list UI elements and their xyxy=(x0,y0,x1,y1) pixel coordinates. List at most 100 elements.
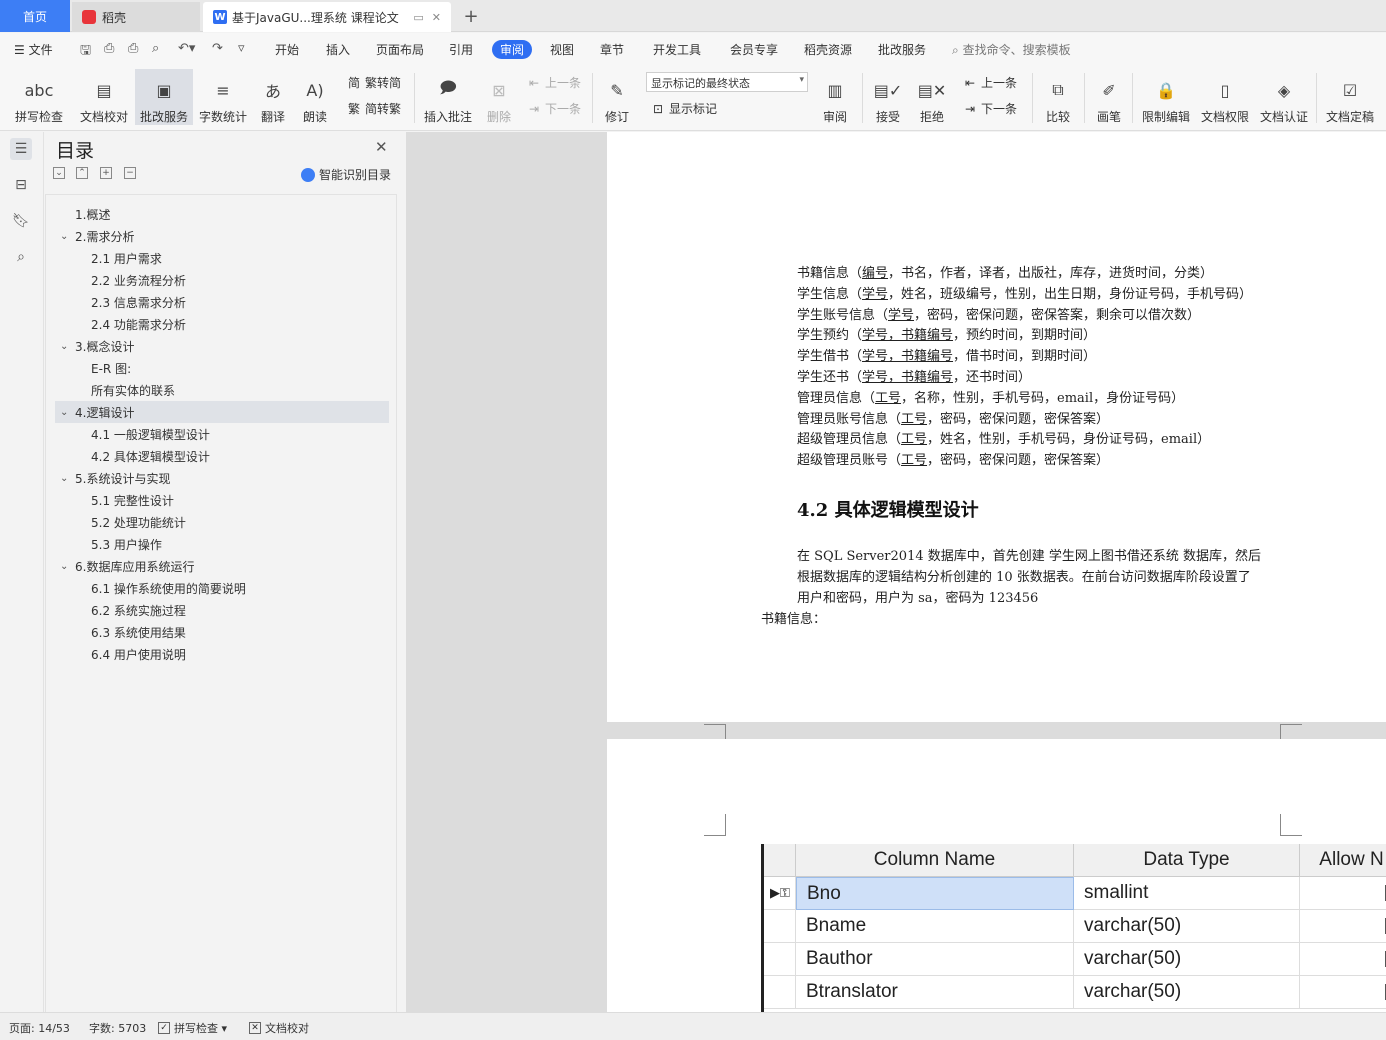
menu-start[interactable]: 开始 xyxy=(275,41,299,58)
menu-review-service[interactable]: 批改服务 xyxy=(878,41,926,58)
toc-item[interactable]: ⌄ 2.需求分析 xyxy=(55,225,389,247)
menu-view[interactable]: 视图 xyxy=(550,41,574,58)
chevron-down-icon[interactable]: ⌄ xyxy=(60,407,68,418)
menu-developer[interactable]: 开发工具 xyxy=(653,41,701,58)
show-markup-button[interactable]: ⊡ 显示标记 xyxy=(650,100,717,117)
tab-document[interactable]: W 基于JavaGU...理系统 课程论文 ▭ ✕ xyxy=(203,2,451,32)
redo-icon[interactable]: ↷ xyxy=(212,41,223,56)
save-icon[interactable]: 🖫 xyxy=(80,41,91,63)
remove-heading-icon[interactable]: − xyxy=(124,167,136,179)
pin-icon[interactable]: ▭ xyxy=(413,11,423,24)
menu-layout[interactable]: 页面布局 xyxy=(376,41,424,58)
expand-level-icon[interactable]: ⌃ xyxy=(76,167,88,179)
toc-item[interactable]: ⌄ 5.系统设计与实现 xyxy=(55,467,389,489)
toc-item[interactable]: 2.3 信息需求分析 xyxy=(55,291,389,313)
ai-toc-button[interactable]: 智能识别目录 xyxy=(301,166,391,183)
page-indicator[interactable]: 页面: 14/53 xyxy=(9,1020,70,1036)
accept-button[interactable]: ▤✓ 接受 xyxy=(868,69,908,125)
menu-member[interactable]: 会员专享 xyxy=(730,41,778,58)
translate-button[interactable]: あ 翻译 xyxy=(254,69,292,125)
collapse-level-icon[interactable]: ⌄ xyxy=(53,167,65,179)
toc-item[interactable]: 2.2 业务流程分析 xyxy=(55,269,389,291)
word-count[interactable]: 字数: 5703 xyxy=(89,1020,146,1036)
chevron-down-icon[interactable]: ⌄ xyxy=(60,473,68,484)
bookmark-icon[interactable]: 🔖︎ xyxy=(10,210,32,232)
toc-item[interactable]: 5.1 完整性设计 xyxy=(55,489,389,511)
doc-check-button[interactable]: ▤ 文档校对 xyxy=(76,69,132,125)
data-type-cell: varchar(50) xyxy=(1074,910,1300,943)
primary-key-text: 编号 xyxy=(862,266,889,281)
status-doc-check[interactable]: ✕ 文档校对 xyxy=(249,1020,309,1036)
document-page[interactable]: Column Name Data Type Allow N ▶⚿ Bno small… xyxy=(607,739,1386,1012)
finalize-button[interactable]: ☑ 文档定稿 xyxy=(1320,69,1380,125)
trad-to-simp-button[interactable]: 简繁转简 xyxy=(346,74,401,91)
tab-docer[interactable]: 稻壳 xyxy=(72,2,200,32)
chevron-down-icon[interactable]: ⌄ xyxy=(60,231,68,242)
document-page[interactable]: 书籍信息（编号，书名，作者，译者，出版社，库存，进货时间，分类） 学生信息（学号，… xyxy=(607,132,1386,746)
close-icon[interactable]: ✕ xyxy=(432,11,441,24)
status-spell-check[interactable]: ✓ 拼写检查 ▾ xyxy=(158,1020,227,1036)
toc-item[interactable]: ⌄ 6.数据库应用系统运行 xyxy=(55,555,389,577)
file-menu[interactable]: ☰ 文件 xyxy=(14,41,53,58)
read-aloud-button[interactable]: A) 朗读 xyxy=(298,69,332,125)
navigation-icon[interactable]: ⊟ xyxy=(10,174,32,196)
search-icon[interactable]: ⌕ xyxy=(10,246,32,268)
print-preview-icon[interactable]: ⌕ xyxy=(152,41,159,56)
menu-review[interactable]: 审阅 xyxy=(492,40,533,59)
toc-item[interactable]: 4.1 一般逻辑模型设计 xyxy=(55,423,389,445)
toc-item-label: 6.数据库应用系统运行 xyxy=(75,559,195,574)
toc-item[interactable]: ⌄ 4.逻辑设计 xyxy=(55,401,389,423)
delete-comment-button[interactable]: ⊠ 删除 xyxy=(480,69,518,125)
reject-button[interactable]: ▤✕ 拒绝 xyxy=(912,69,952,125)
next-comment-button[interactable]: ⇥ 下一条 xyxy=(526,100,581,117)
toc-item[interactable]: 2.4 功能需求分析 xyxy=(55,313,389,335)
prev-comment-button[interactable]: ⇤ 上一条 xyxy=(526,74,581,91)
export-pdf-icon[interactable]: ⎙ xyxy=(104,41,114,56)
undo-icon[interactable]: ↶▾ xyxy=(178,41,195,56)
toc-item[interactable]: E-R 图: xyxy=(55,357,389,379)
print-icon[interactable]: ⎙ xyxy=(128,41,138,56)
spell-check-button[interactable]: abc 拼写检查 xyxy=(8,69,70,125)
reject-icon: ▤✕ xyxy=(917,80,947,100)
markup-state-select[interactable]: 显示标记的最终状态 ▾ xyxy=(646,72,808,92)
menu-chapter[interactable]: 章节 xyxy=(600,41,624,58)
word-count-button[interactable]: ≡ 字数统计 xyxy=(196,69,250,125)
toc-item[interactable]: 1.概述 xyxy=(55,203,389,225)
prev-change-button[interactable]: ⇤ 上一条 xyxy=(962,74,1017,91)
next-change-button[interactable]: ⇥ 下一条 xyxy=(962,100,1017,117)
menu-insert[interactable]: 插入 xyxy=(326,41,350,58)
menu-docer-resources[interactable]: 稻壳资源 xyxy=(804,41,852,58)
doc-certify-button[interactable]: ◈ 文档认证 xyxy=(1256,69,1312,125)
toc-item[interactable]: 所有实体的联系 xyxy=(55,379,389,401)
customize-icon[interactable]: ▿ xyxy=(238,41,245,56)
compare-button[interactable]: ⧉ 比较 xyxy=(1038,69,1078,125)
toc-item-label: 6.3 系统使用结果 xyxy=(91,625,186,640)
toc-item[interactable]: 6.2 系统实施过程 xyxy=(55,599,389,621)
review-service-button[interactable]: ▣ 批改服务 xyxy=(135,69,193,125)
track-changes-button[interactable]: ✎ 修订 xyxy=(598,69,636,125)
toc-item[interactable]: 5.2 处理功能统计 xyxy=(55,511,389,533)
doc-permission-button[interactable]: ▯ 文档权限 xyxy=(1197,69,1253,125)
toc-panel-icon[interactable]: ☰ xyxy=(10,138,32,160)
toc-item[interactable]: 5.3 用户操作 xyxy=(55,533,389,555)
toc-item[interactable]: 6.4 用户使用说明 xyxy=(55,643,389,665)
toc-item[interactable]: 4.2 具体逻辑模型设计 xyxy=(55,445,389,467)
tab-home[interactable]: 首页 xyxy=(0,0,70,32)
new-tab-button[interactable]: + xyxy=(458,3,484,29)
command-search[interactable]: ⌕ 查找命令、搜索模板 xyxy=(952,41,1071,58)
restrict-editing-button[interactable]: 🔒 限制编辑 xyxy=(1138,69,1194,125)
toc-item[interactable]: 2.1 用户需求 xyxy=(55,247,389,269)
document-canvas[interactable]: 书籍信息（编号，书名，作者，译者，出版社，库存，进货时间，分类） 学生信息（学号，… xyxy=(406,132,1386,1012)
chevron-down-icon[interactable]: ⌄ xyxy=(60,561,68,572)
add-heading-icon[interactable]: + xyxy=(100,167,112,179)
insert-comment-button[interactable]: 🗩 插入批注 xyxy=(420,69,476,125)
toc-item[interactable]: 6.1 操作系统使用的简要说明 xyxy=(55,577,389,599)
close-icon[interactable]: ✕ xyxy=(375,138,388,156)
menu-reference[interactable]: 引用 xyxy=(449,41,473,58)
toc-item[interactable]: ⌄ 3.概念设计 xyxy=(55,335,389,357)
pen-button[interactable]: ✐ 画笔 xyxy=(1092,69,1126,125)
simp-to-trad-button[interactable]: 繁简转繁 xyxy=(346,100,401,117)
review-pane-button[interactable]: ▥ 审阅 xyxy=(816,69,854,125)
toc-item[interactable]: 6.3 系统使用结果 xyxy=(55,621,389,643)
chevron-down-icon[interactable]: ⌄ xyxy=(60,341,68,352)
